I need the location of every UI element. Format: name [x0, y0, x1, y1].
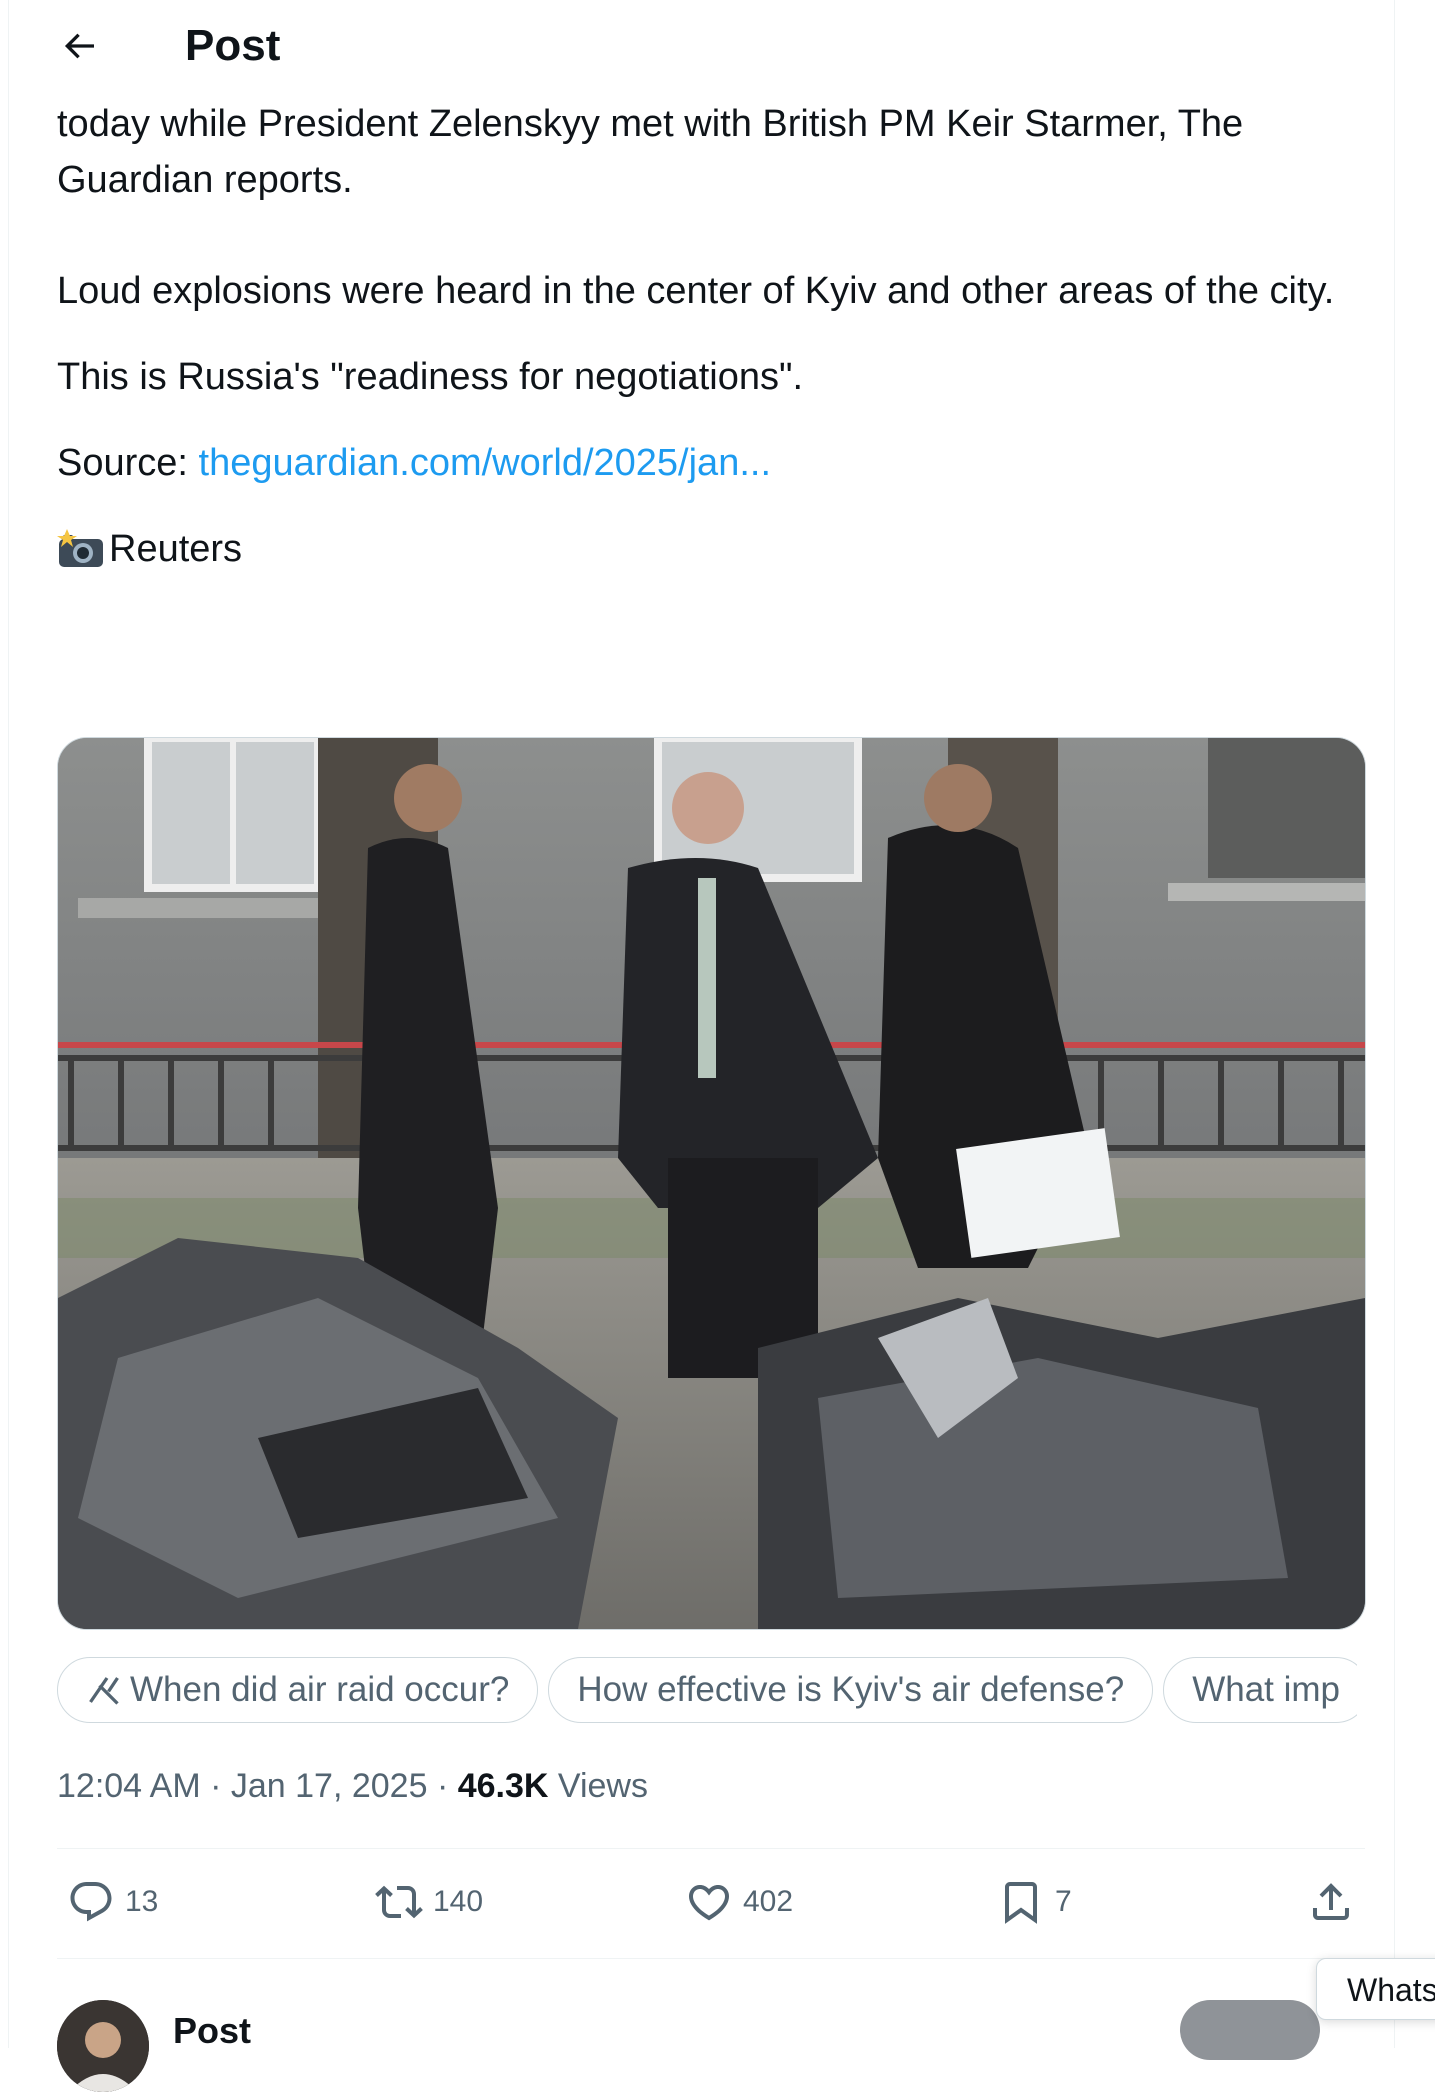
- bookmark-button[interactable]: 7: [997, 1874, 1072, 1930]
- grok-prompt-chip[interactable]: When did air raid occur?: [57, 1657, 539, 1723]
- meta-separator: ·: [427, 1767, 458, 1805]
- photo-credit: Reuters: [57, 521, 1357, 577]
- bookmark-count: 7: [1055, 1885, 1072, 1918]
- heart-icon: [688, 1885, 730, 1921]
- page-title: Post: [185, 21, 281, 70]
- repost-count: 140: [433, 1885, 484, 1918]
- avatar[interactable]: [57, 2000, 149, 2092]
- reply-icon: [70, 1882, 112, 1922]
- meta-separator: ·: [200, 1767, 231, 1805]
- post-actions: 13 140 402 7: [57, 1848, 1365, 1958]
- timeline-column: Post today while President Zelenskyy met…: [8, 0, 1395, 2092]
- views-count: 46.3K: [457, 1767, 549, 1805]
- reply-author-name[interactable]: Post: [173, 2010, 251, 2052]
- like-count: 402: [743, 1885, 794, 1918]
- grok-icon: [89, 1677, 119, 1705]
- grok-prompt-label: How effective is Kyiv's air defense?: [577, 1670, 1125, 1709]
- post-metadata: 12:04 AM · Jan 17, 2025 · 46.3K Views: [57, 1760, 648, 1812]
- back-button[interactable]: [47, 18, 111, 74]
- source-label: Source:: [57, 442, 199, 484]
- repost-icon: [375, 1885, 423, 1919]
- reply-button[interactable]: 13: [67, 1874, 158, 1930]
- grok-suggestions: When did air raid occur? How effective i…: [57, 1657, 1357, 1725]
- post-time[interactable]: 12:04 AM: [57, 1767, 201, 1805]
- grok-prompt-label: What imp: [1192, 1670, 1340, 1709]
- grok-prompt-label: When did air raid occur?: [130, 1670, 510, 1709]
- post-paragraph: today while President Zelenskyy met with…: [57, 103, 1244, 201]
- post-image[interactable]: [57, 737, 1366, 1630]
- source-line: Source: theguardian.com/world/2025/jan..…: [57, 435, 1357, 491]
- post-date[interactable]: Jan 17, 2025: [231, 1767, 428, 1805]
- arrow-left-icon: [64, 33, 94, 59]
- grok-prompt-chip[interactable]: What imp: [1163, 1657, 1357, 1723]
- divider: [57, 1958, 1365, 1959]
- tooltip: Whats: [1316, 1958, 1435, 2020]
- page-header: Post: [9, 0, 1394, 92]
- post-paragraph: Loud explosions were heard in the center…: [57, 270, 1335, 312]
- source-link[interactable]: theguardian.com/world/2025/jan...: [199, 442, 771, 484]
- camera-flash-icon: [57, 529, 103, 567]
- post-photo: [58, 738, 1365, 1629]
- reply-count: 13: [125, 1885, 159, 1918]
- post-text: today while President Zelenskyy met with…: [57, 96, 1357, 577]
- like-button[interactable]: 402: [685, 1874, 793, 1930]
- views-label: Views: [557, 1767, 648, 1805]
- repost-button[interactable]: 140: [375, 1874, 483, 1930]
- photo-credit-label: Reuters: [109, 528, 243, 570]
- follow-button[interactable]: [1180, 2000, 1320, 2060]
- share-icon: [1313, 1883, 1349, 1920]
- grok-prompt-chip[interactable]: How effective is Kyiv's air defense?: [548, 1657, 1154, 1723]
- post-paragraph: This is Russia's "readiness for negotiat…: [57, 356, 804, 398]
- bookmark-icon: [1005, 1882, 1037, 1924]
- share-button[interactable]: [1307, 1874, 1365, 1930]
- avatar-image: [57, 2000, 149, 2092]
